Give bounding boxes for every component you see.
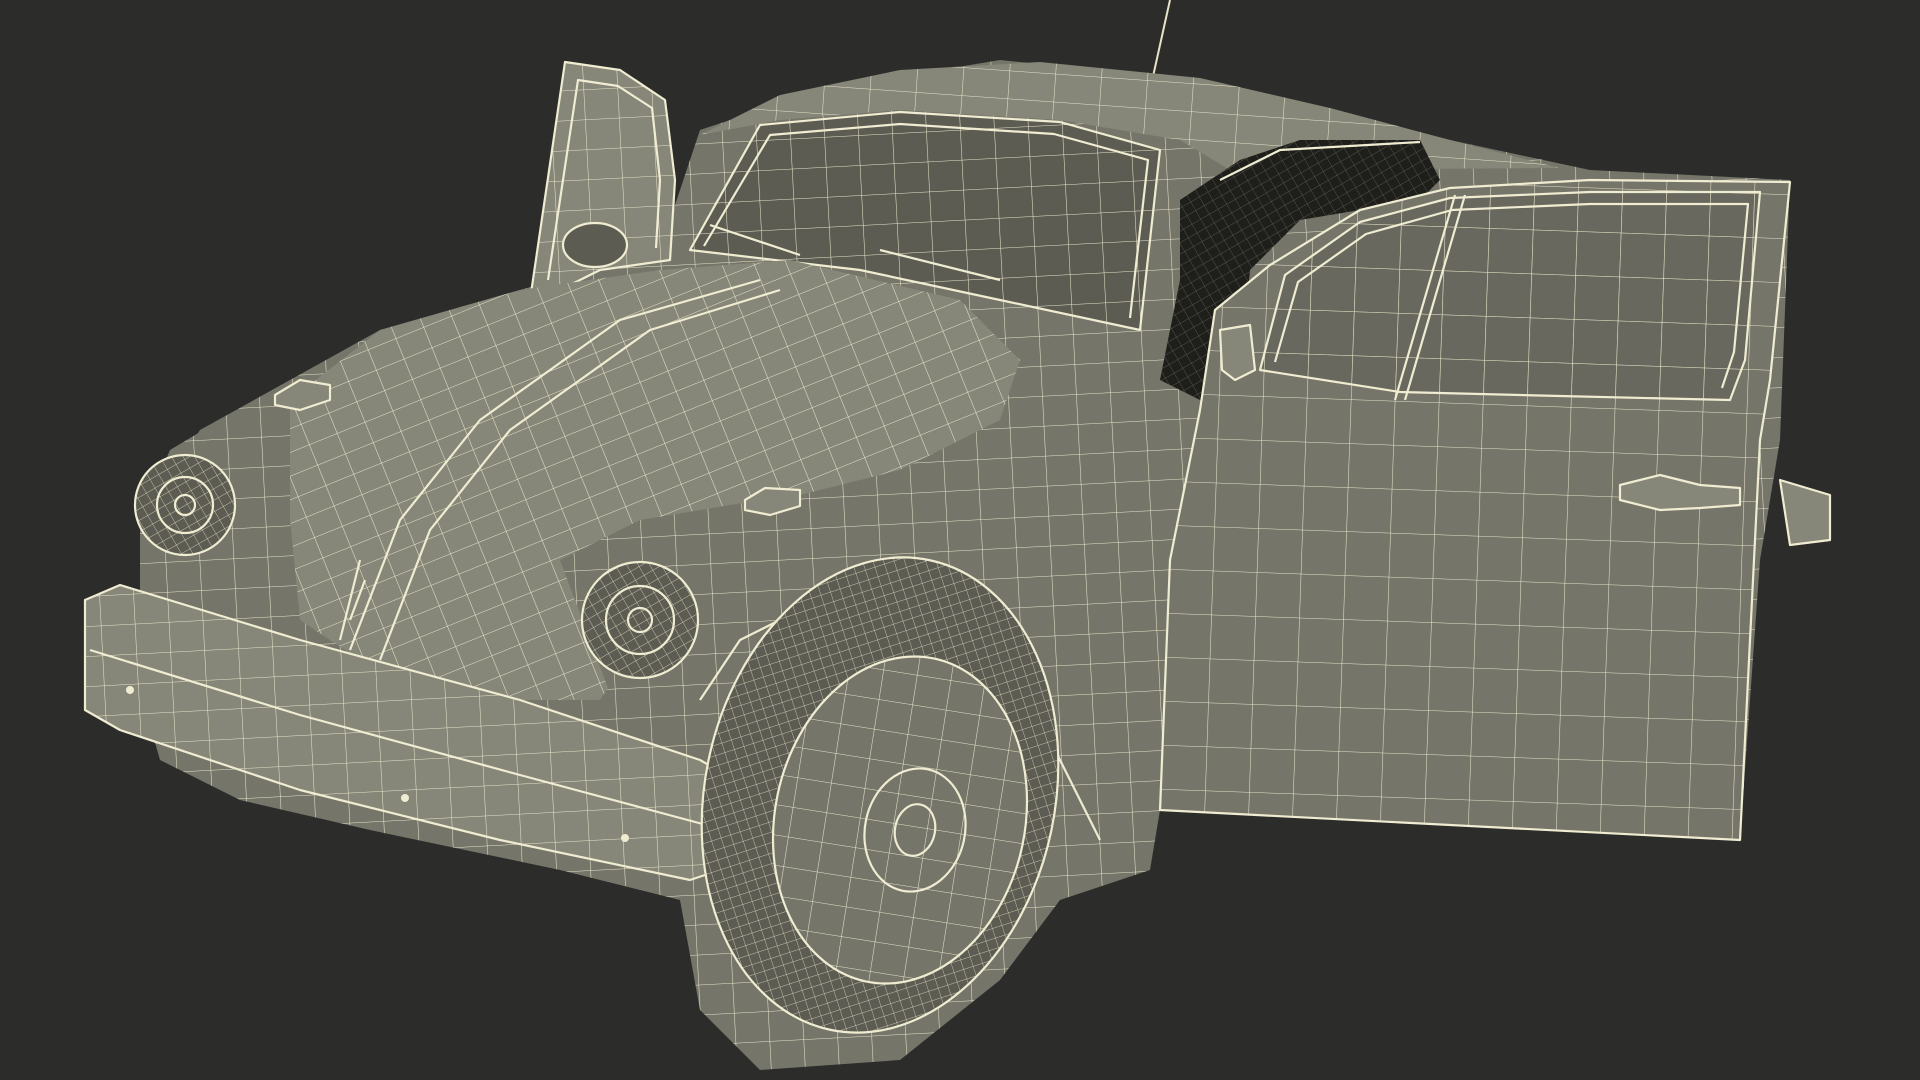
- rear-bumper: [1778, 478, 1832, 547]
- render-viewport: [0, 0, 1920, 1080]
- headlight-right: [580, 560, 700, 680]
- car-wireframe-render: [83, 0, 1832, 1070]
- open-passenger-door: [1158, 178, 1792, 842]
- headlight-left: [133, 453, 237, 557]
